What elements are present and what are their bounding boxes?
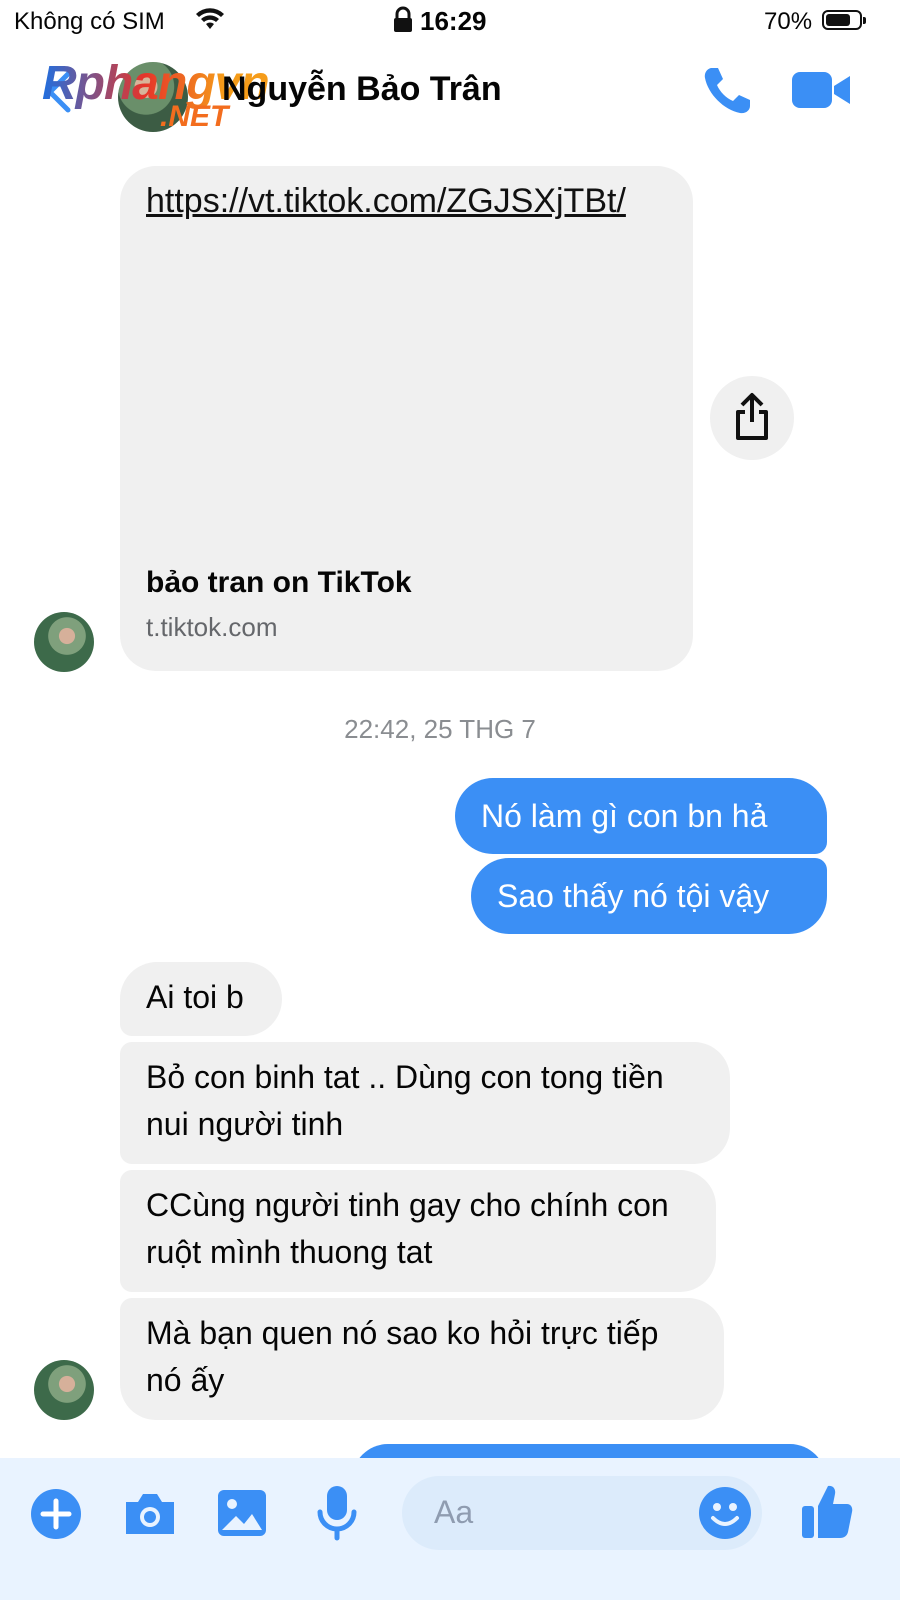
sender-avatar[interactable] — [34, 1360, 94, 1420]
outgoing-message[interactable]: Sao thấy nó tội vậy — [471, 858, 827, 934]
gallery-icon[interactable] — [216, 1488, 268, 1538]
battery-percent: 70% — [764, 8, 813, 35]
clock: 16:29 — [420, 6, 487, 36]
link-domain: t.tiktok.com — [146, 612, 278, 642]
link-title: bảo tran on TikTok — [146, 566, 412, 599]
status-bar: Không có SIM 16:29 70% — [0, 0, 900, 44]
camera-icon[interactable] — [122, 1490, 178, 1538]
share-button[interactable] — [710, 376, 794, 460]
battery-icon — [822, 10, 866, 30]
video-camera-icon[interactable] — [790, 66, 852, 114]
contact-name[interactable]: Nguyễn Bảo Trân — [222, 70, 502, 109]
outgoing-message[interactable]: Nó làm gì con bn hả — [455, 778, 827, 854]
message-timestamp: 22:42, 25 THG 7 — [344, 714, 536, 744]
watermark-logo-suffix: .NET — [160, 100, 229, 133]
incoming-message[interactable]: CCùng người tinh gay cho chính con ruột … — [120, 1170, 716, 1292]
incoming-message[interactable]: Mà bạn quen nó sao ko hỏi trực tiếp nó ấ… — [120, 1298, 724, 1420]
phone-icon[interactable] — [700, 62, 756, 118]
incoming-message[interactable]: Ai toi b — [120, 962, 282, 1036]
incoming-message[interactable]: Bỏ con binh tat .. Dùng con tong tiền nu… — [120, 1042, 730, 1164]
emoji-icon[interactable] — [698, 1486, 752, 1540]
carrier-label: Không có SIM — [14, 8, 165, 35]
link-url[interactable]: https://vt.tiktok.com/ZGJSXjTBt/ — [146, 182, 626, 221]
message-input-placeholder: Aa — [434, 1494, 474, 1530]
lock-icon — [394, 6, 412, 32]
sender-avatar[interactable] — [34, 612, 94, 672]
plus-icon[interactable] — [30, 1488, 82, 1540]
like-thumb-icon[interactable] — [800, 1482, 854, 1540]
wifi-icon — [196, 8, 224, 29]
microphone-icon[interactable] — [316, 1484, 358, 1542]
share-icon — [736, 393, 768, 440]
